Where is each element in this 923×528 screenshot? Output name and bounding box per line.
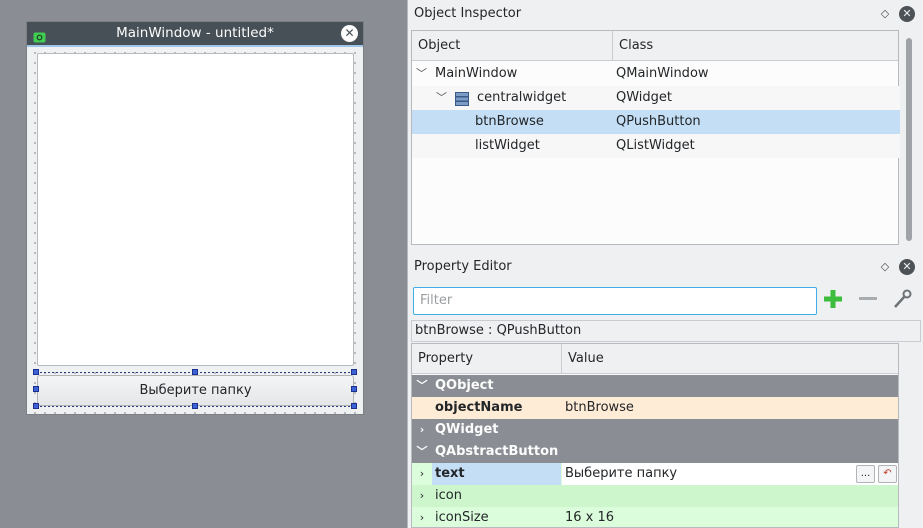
object-class: QPushButton — [616, 114, 701, 129]
property-table[interactable]: Property Value ﹀ QObject objectName btnB… — [411, 343, 899, 528]
resize-handle[interactable] — [351, 386, 357, 392]
resize-handle[interactable] — [33, 369, 39, 375]
property-row-text[interactable]: › text Выберите папку ... ↶ — [412, 463, 898, 485]
expand-arrow-icon[interactable]: › — [415, 419, 429, 441]
object-name: centralwidget — [477, 90, 567, 105]
property-name: icon — [435, 488, 462, 503]
object-name: listWidget — [475, 138, 540, 153]
configure-icon[interactable] — [890, 289, 914, 313]
browse-button[interactable]: Выберите папку — [37, 375, 354, 406]
property-editor-title: Property Editor — [414, 259, 512, 274]
form-window[interactable]: MainWindow - untitled* ✕ Выберите папку — [26, 21, 364, 415]
header-property[interactable]: Property — [412, 344, 473, 374]
collapse-arrow-icon[interactable]: ﹀ — [436, 86, 447, 110]
form-title: MainWindow - untitled* — [116, 25, 274, 41]
object-name: MainWindow — [435, 66, 518, 81]
ellipsis-button[interactable]: ... — [856, 465, 875, 483]
tree-row-mainwindow[interactable]: ﹀ MainWindow QMainWindow — [412, 62, 900, 86]
group-name: QAbstractButton — [435, 444, 559, 459]
property-header: Property Value — [412, 344, 898, 374]
expand-arrow-icon[interactable]: › — [415, 485, 429, 507]
group-row-qobject[interactable]: ﹀ QObject — [412, 375, 898, 397]
resize-handle[interactable] — [351, 369, 357, 375]
tree-row-btnbrowse[interactable]: btnBrowse QPushButton — [412, 110, 900, 134]
close-icon[interactable]: ✕ — [899, 259, 915, 275]
tree-header: Object Class — [412, 31, 898, 61]
widget-icon — [455, 91, 469, 106]
object-class: QWidget — [616, 90, 673, 105]
property-name: objectName — [435, 400, 523, 415]
header-class[interactable]: Class — [613, 31, 653, 61]
property-value[interactable]: 16 x 16 — [565, 507, 614, 527]
property-name: text — [432, 463, 561, 485]
design-canvas[interactable]: MainWindow - untitled* ✕ Выберите папку — [0, 0, 406, 528]
central-widget-area[interactable]: Выберите папку — [27, 45, 363, 414]
close-icon[interactable]: ✕ — [899, 6, 915, 22]
object-inspector-tree[interactable]: Object Class ﹀ MainWindow QMainWindow ﹀ … — [411, 30, 912, 245]
resize-handle[interactable] — [351, 403, 357, 409]
tree-row-centralwidget[interactable]: ﹀ centralwidget QWidget — [412, 86, 900, 110]
app-icon — [33, 28, 46, 43]
group-name: QObject — [435, 378, 494, 393]
float-icon[interactable]: ◇ — [879, 8, 891, 20]
object-class: QMainWindow — [616, 66, 709, 81]
collapse-arrow-icon[interactable]: ﹀ — [416, 62, 427, 86]
form-titlebar[interactable]: MainWindow - untitled* ✕ — [27, 22, 363, 45]
group-row-qwidget[interactable]: › QWidget — [412, 419, 898, 441]
float-icon[interactable]: ◇ — [879, 261, 891, 273]
collapse-arrow-icon[interactable]: ﹀ — [415, 375, 429, 397]
expand-arrow-icon[interactable]: › — [415, 507, 429, 527]
object-inspector-title: Object Inspector — [414, 6, 522, 21]
property-name: iconSize — [435, 510, 489, 525]
list-widget[interactable] — [37, 53, 354, 366]
group-row-qabstractbutton[interactable]: ﹀ QAbstractButton — [412, 441, 898, 463]
group-name: QWidget — [435, 422, 499, 437]
dock-area: Object Inspector ◇ ✕ Object Class ﹀ Main… — [407, 0, 923, 528]
resize-handle[interactable] — [192, 369, 198, 375]
object-class: QListWidget — [616, 138, 695, 153]
property-row-objectname[interactable]: objectName btnBrowse — [412, 397, 898, 419]
selected-object-label: btnBrowse : QPushButton — [411, 320, 921, 342]
remove-icon[interactable] — [856, 289, 880, 313]
reset-icon[interactable]: ↶ — [878, 465, 897, 483]
property-value[interactable]: Выберите папку — [562, 463, 898, 485]
resize-handle[interactable] — [192, 403, 198, 409]
object-name: btnBrowse — [475, 114, 544, 129]
collapse-arrow-icon[interactable]: ﹀ — [415, 441, 429, 463]
property-row-icon[interactable]: › icon — [412, 485, 898, 507]
header-value[interactable]: Value — [562, 344, 604, 374]
tree-scrollbar[interactable] — [906, 38, 912, 241]
property-value[interactable]: btnBrowse — [565, 397, 634, 419]
resize-handle[interactable] — [33, 403, 39, 409]
property-row-iconsize[interactable]: › iconSize 16 x 16 — [412, 507, 898, 527]
close-icon[interactable]: ✕ — [341, 25, 358, 42]
tree-row-listwidget[interactable]: listWidget QListWidget — [412, 134, 900, 158]
add-icon[interactable] — [821, 289, 845, 313]
resize-handle[interactable] — [33, 386, 39, 392]
header-object[interactable]: Object — [412, 31, 460, 61]
menu-bar-placeholder — [27, 45, 363, 47]
expand-arrow-icon[interactable]: › — [415, 463, 429, 485]
filter-input[interactable]: Filter — [413, 287, 817, 315]
